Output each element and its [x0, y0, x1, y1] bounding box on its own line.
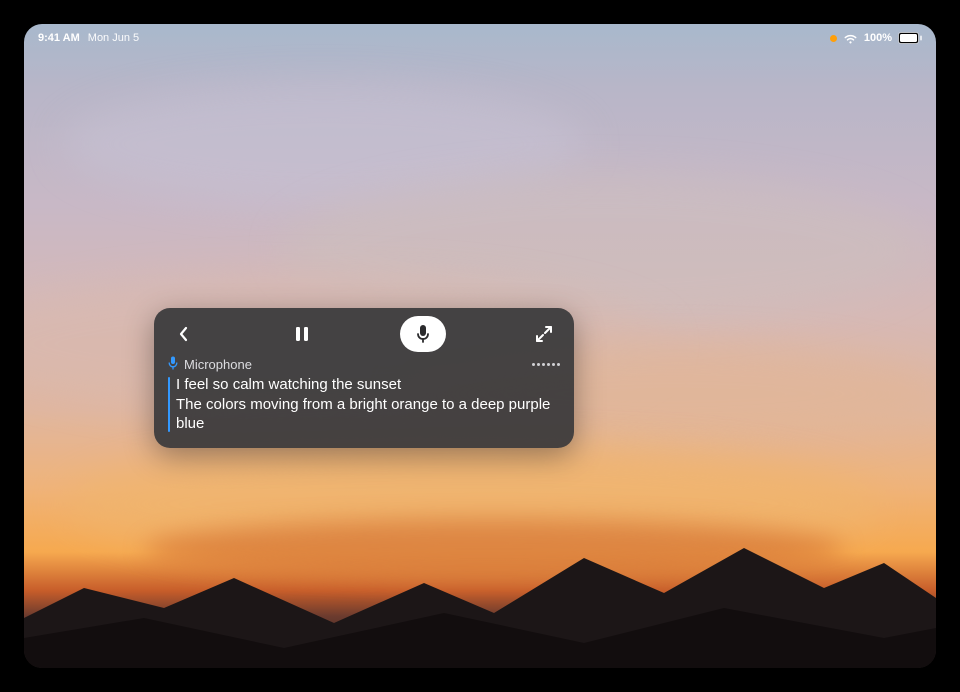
- battery-icon: [898, 32, 922, 44]
- collapse-button[interactable]: [164, 316, 204, 352]
- battery-percent: 100%: [864, 32, 892, 44]
- status-date: Mon Jun 5: [88, 32, 139, 44]
- mic-in-use-indicator-icon: [830, 35, 837, 42]
- microphone-toggle-button[interactable]: [400, 316, 446, 352]
- captions-source-label: Microphone: [184, 357, 252, 372]
- caption-line-1: I feel so calm watching the sunset: [176, 375, 560, 395]
- wallpaper-mountains: [24, 448, 936, 668]
- more-options-button[interactable]: [532, 363, 560, 366]
- expand-fullscreen-button[interactable]: [524, 316, 564, 352]
- captions-toolbar: [154, 308, 574, 354]
- caption-line-2: The colors moving from a bright orange t…: [176, 395, 560, 434]
- live-captions-panel[interactable]: Microphone I feel so calm watching the s…: [154, 308, 574, 448]
- status-bar: 9:41 AM Mon Jun 5 100%: [24, 28, 936, 48]
- status-time: 9:41 AM: [38, 32, 80, 44]
- caption-text-block: I feel so calm watching the sunset The c…: [168, 375, 560, 434]
- pause-button[interactable]: [282, 316, 322, 352]
- wifi-icon: [843, 33, 858, 44]
- microphone-source-icon: [168, 356, 178, 373]
- screen: 9:41 AM Mon Jun 5 100%: [24, 24, 936, 668]
- device-frame: 9:41 AM Mon Jun 5 100%: [0, 0, 960, 692]
